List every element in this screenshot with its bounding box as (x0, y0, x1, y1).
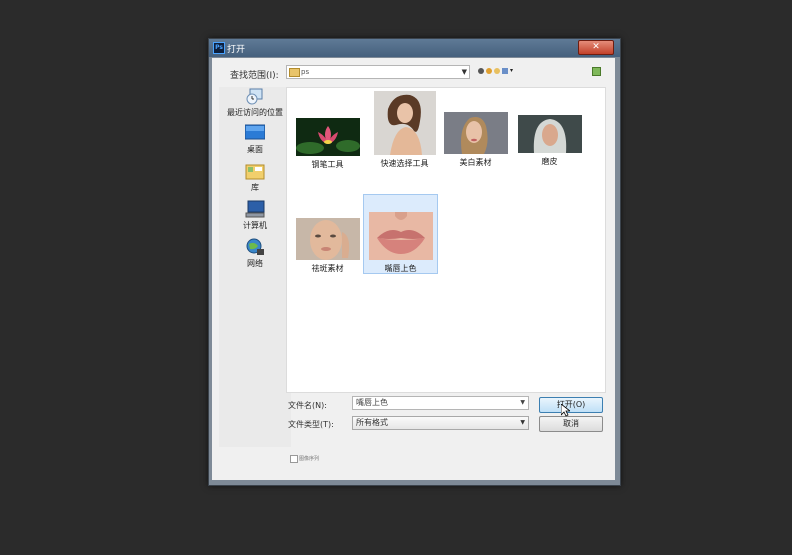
file-list: 钢笔工具 快速选择工具 美白素材 磨皮 祛斑素材 嘴唇上色 (286, 87, 606, 393)
chevron-down-icon: ▼ (520, 419, 525, 426)
folder-icon (289, 68, 300, 77)
place-desktop[interactable]: 桌面 (219, 124, 291, 155)
close-button[interactable]: ✕ (578, 40, 614, 55)
file-label: 嘴唇上色 (384, 264, 417, 273)
file-thumbnail (443, 112, 508, 154)
file-label: 钢笔工具 (311, 160, 344, 169)
computer-icon (245, 200, 265, 218)
place-label: 计算机 (243, 221, 267, 230)
libraries-icon (245, 164, 265, 180)
up-folder-icon[interactable] (486, 68, 492, 74)
file-thumbnail (295, 118, 360, 156)
title-bar[interactable]: Ps 打开 ✕ (209, 39, 620, 57)
dialog-body: 查找范围(I): ps ▼ ▾ 最近访问的位置 桌面 库 计算机 网络 钢笔工具… (212, 58, 615, 480)
dialog-title: 打开 (227, 45, 246, 55)
thumbnail-view-icon[interactable] (592, 67, 601, 76)
file-thumbnail (373, 91, 436, 155)
file-name-label: 文件名(N): (288, 401, 327, 410)
mouse-cursor-icon (561, 404, 570, 417)
chevron-down-icon[interactable]: ▼ (520, 397, 525, 409)
file-item-skin-smoothing[interactable]: 磨皮 (513, 115, 586, 167)
file-thumbnail (517, 115, 582, 153)
image-sequence-checkbox[interactable] (290, 455, 298, 463)
place-label: 最近访问的位置 (227, 108, 283, 117)
look-in-value: ps (301, 68, 310, 76)
navigation-toolbar: ▾ (478, 66, 513, 76)
image-sequence-label: 图像序列 (299, 456, 320, 462)
view-menu-icon[interactable] (502, 68, 508, 74)
place-libraries[interactable]: 库 (219, 162, 291, 193)
desktop-icon (245, 124, 265, 140)
file-item-pen-tool[interactable]: 钢笔工具 (291, 118, 364, 170)
place-label: 网络 (247, 259, 263, 268)
file-item-freckle-removal[interactable]: 祛斑素材 (291, 218, 364, 274)
file-type-value: 所有格式 (356, 418, 388, 427)
file-item-lip-coloring[interactable]: 嘴唇上色 (363, 194, 438, 274)
open-dialog: Ps 打开 ✕ 查找范围(I): ps ▼ ▾ 最近访问的位置 桌面 库 计算机… (208, 38, 621, 486)
place-computer[interactable]: 计算机 (219, 200, 291, 231)
place-network[interactable]: 网络 (219, 238, 291, 269)
open-button[interactable]: 打开(O) (539, 397, 603, 413)
new-folder-icon[interactable] (494, 68, 500, 74)
file-item-quick-select[interactable]: 快速选择工具 (368, 91, 441, 169)
file-label: 祛斑素材 (311, 264, 344, 273)
file-type-label: 文件类型(T): (288, 420, 334, 429)
file-name-value: 嘴唇上色 (356, 398, 388, 407)
file-label: 美白素材 (459, 158, 492, 167)
file-type-select[interactable]: 所有格式 ▼ (352, 416, 529, 430)
file-label: 快速选择工具 (380, 159, 429, 168)
recent-places-icon (246, 88, 263, 105)
place-label: 库 (251, 183, 259, 192)
chevron-down-icon: ▼ (461, 68, 467, 76)
cancel-button[interactable]: 取消 (539, 416, 603, 432)
places-bar: 最近访问的位置 桌面 库 计算机 网络 (219, 87, 291, 447)
look-in-label: 查找范围(I): (230, 71, 279, 81)
place-label: 桌面 (247, 145, 263, 154)
back-icon[interactable] (478, 68, 484, 74)
file-name-input[interactable]: 嘴唇上色 ▼ (352, 396, 529, 410)
file-label: 磨皮 (541, 157, 558, 166)
file-thumbnail (295, 218, 360, 260)
look-in-dropdown[interactable]: ps ▼ (286, 65, 470, 79)
file-thumbnail (368, 212, 433, 260)
network-icon (246, 238, 264, 255)
place-recent[interactable]: 最近访问的位置 (219, 87, 291, 118)
view-menu-chevron-icon[interactable]: ▾ (510, 66, 513, 76)
file-item-whitening[interactable]: 美白素材 (439, 112, 512, 168)
photoshop-app-icon: Ps (213, 42, 225, 54)
